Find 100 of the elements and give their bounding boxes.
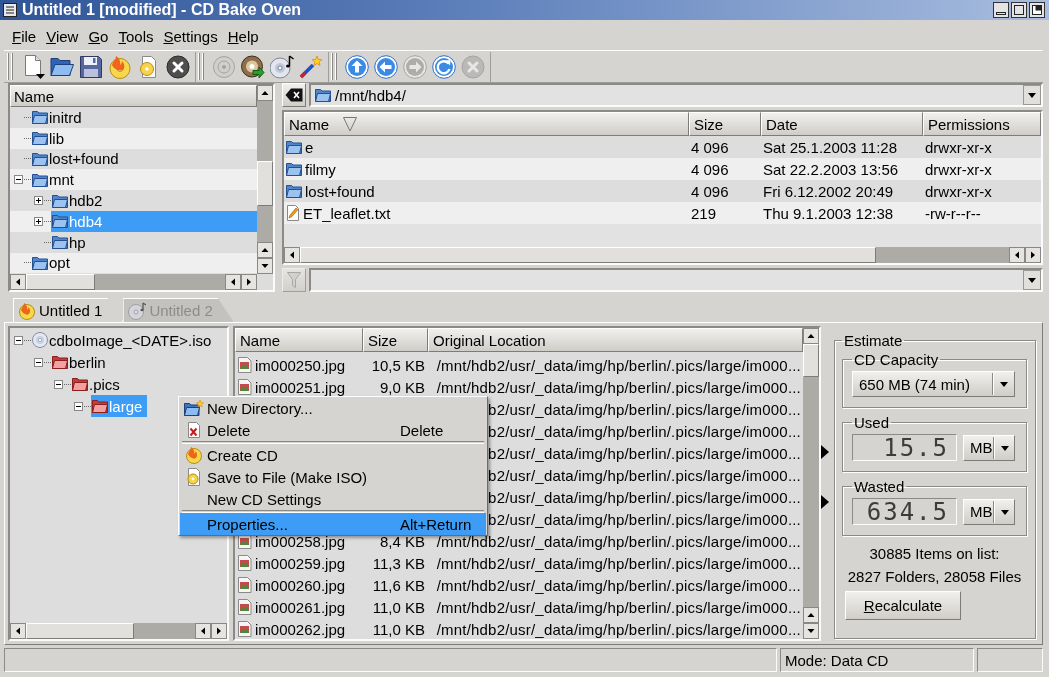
scrollbar-thumb[interactable] [26, 274, 95, 290]
menu-item[interactable]: Properties... Alt+Return [180, 513, 486, 535]
scrollbar-thumb[interactable] [26, 623, 134, 639]
column-header[interactable]: Name [284, 112, 689, 136]
dropdown-button[interactable] [1023, 85, 1041, 105]
folder-icon [52, 193, 68, 208]
scroll-up-button[interactable] [803, 328, 819, 344]
column-header[interactable]: Size [689, 112, 761, 136]
minimize-button[interactable] [993, 2, 1009, 18]
collapse-toggle[interactable] [14, 175, 23, 185]
group-title: CD Capacity [853, 351, 940, 368]
scroll-left-button[interactable] [284, 247, 300, 263]
menu[interactable]: Go [83, 25, 114, 47]
cd-capacity-dropdown[interactable]: 650 MB (74 min) [852, 371, 1015, 397]
tab[interactable]: Untitled 1 [13, 298, 124, 322]
file-name: lost+found [304, 182, 375, 200]
toolbar-grip[interactable] [7, 53, 14, 80]
scroll-up-button[interactable] [257, 85, 273, 101]
toolbar-button[interactable] [163, 52, 192, 81]
clear-location-button[interactable] [282, 83, 306, 107]
menu[interactable]: File [7, 25, 42, 47]
file-row[interactable]: im000250.jpg 10,5 KB /mnt/hdb2/usr/_data/img/hp/berlin/.pics/large/im000... [235, 354, 803, 376]
tree-item[interactable]: cdboImage_<DATE>.iso [31, 329, 217, 351]
scrollbar-thumb[interactable] [803, 344, 819, 377]
scroll-right-button[interactable] [1025, 247, 1041, 263]
file-row[interactable]: im000262.jpg 11,0 KB /mnt/hdb2/usr/_data/img/hp/berlin/.pics/large/im000... [235, 618, 803, 639]
scrollbar-thumb[interactable] [300, 247, 876, 263]
folder-icon [52, 214, 68, 229]
column-header[interactable]: Date [761, 112, 923, 136]
unit-dropdown[interactable]: MB [963, 434, 1015, 461]
column-header[interactable]: Original Location [428, 328, 803, 352]
column-header[interactable]: Size [363, 328, 428, 352]
filter-field[interactable] [309, 268, 1043, 292]
window-menu-icon[interactable] [3, 3, 17, 17]
scroll-up-button[interactable] [803, 607, 819, 623]
tree-item[interactable]: lost+found [31, 148, 257, 170]
tree-item[interactable]: hdb2 [51, 190, 257, 211]
scrollbar-thumb[interactable] [257, 160, 273, 206]
dropdown-button[interactable] [1023, 270, 1041, 290]
toolbar-button[interactable] [238, 52, 267, 81]
scroll-down-button[interactable] [803, 623, 819, 639]
scroll-left-button[interactable] [1009, 247, 1025, 263]
cd-music-icon [269, 54, 294, 79]
menu-item[interactable]: Delete Delete [180, 419, 486, 441]
menu-item[interactable]: New CD Settings [180, 488, 486, 510]
unit-dropdown[interactable]: MB [963, 498, 1015, 525]
collapse-toggle[interactable] [34, 357, 43, 367]
group-title: Estimate [843, 332, 904, 349]
maximize-button[interactable] [1011, 2, 1027, 18]
menu[interactable]: Help [222, 25, 264, 47]
file-row[interactable]: im000259.jpg 11,3 KB /mnt/hdb2/usr/_data/img/hp/berlin/.pics/large/im000... [235, 552, 803, 574]
location-field[interactable]: /mnt/hdb4/ [309, 83, 1043, 107]
original-location: /mnt/hdb2/usr/_data/img/hp/berlin/.pics/large/im000... [436, 554, 802, 572]
folder-icon [286, 184, 302, 198]
file-date: Fri 6.12.2002 20:49 [762, 182, 895, 200]
right-arrow-icon[interactable] [821, 494, 829, 509]
tree-item[interactable]: berlin [51, 351, 111, 373]
file-row[interactable]: filmy 4 096 Sat 22.2.2003 13:56 drwxr-xr-x [284, 158, 1041, 180]
forward-arrow-icon [402, 54, 427, 79]
recalculate-button[interactable]: Recalculate [845, 591, 961, 620]
scroll-left-button[interactable] [10, 274, 26, 290]
menu-item[interactable]: Save to File (Make ISO) [180, 466, 486, 488]
menu[interactable]: Settings [158, 25, 223, 47]
scroll-left-button[interactable] [10, 623, 26, 639]
file-row[interactable]: e 4 096 Sat 25.1.2003 11:28 drwxr-xr-x [284, 136, 1041, 158]
collapse-toggle[interactable] [54, 379, 63, 389]
collapse-toggle[interactable] [14, 335, 23, 345]
menu-item[interactable]: Create CD [180, 444, 486, 466]
menu[interactable]: View [41, 25, 84, 47]
file-row[interactable]: im000260.jpg 11,6 KB /mnt/hdb2/usr/_data/img/hp/berlin/.pics/large/im000... [235, 574, 803, 596]
image-file-icon [237, 577, 252, 593]
file-row[interactable]: im000261.jpg 11,0 KB /mnt/hdb2/usr/_data/img/hp/berlin/.pics/large/im000... [235, 596, 803, 618]
close-button[interactable] [1029, 2, 1045, 18]
scroll-down-button[interactable] [257, 258, 273, 274]
column-header[interactable]: Permissions [923, 112, 1041, 136]
scroll-right-button[interactable] [241, 274, 257, 290]
file-row[interactable]: lost+found 4 096 Fri 6.12.2002 20:49 drwxr-xr-x [284, 180, 1041, 202]
right-arrow-icon[interactable] [821, 444, 829, 459]
expand-toggle[interactable] [34, 196, 43, 206]
menu-item[interactable]: New Directory... [180, 397, 486, 419]
save-icon [78, 54, 103, 79]
file-row[interactable]: ET_leaflet.txt 219 Thu 9.1.2003 12:38 -rw-r--r-- [284, 202, 1041, 224]
toolbar-grip[interactable] [331, 53, 338, 80]
scroll-up-button[interactable] [257, 242, 273, 258]
collapse-toggle[interactable] [74, 401, 83, 411]
tree-item[interactable]: hp [51, 231, 257, 253]
expand-toggle[interactable] [34, 216, 43, 226]
scroll-left-button[interactable] [225, 274, 241, 290]
menu[interactable]: Tools [113, 25, 159, 47]
column-header[interactable]: Name [235, 328, 363, 352]
file-size: 4 096 [690, 138, 730, 156]
scroll-right-button[interactable] [211, 623, 227, 639]
toolbar-grip[interactable] [198, 53, 205, 80]
file-size: 4 096 [690, 160, 730, 178]
window-title: Untitled 1 [modified] - CD Bake Oven [22, 1, 302, 19]
tree-item[interactable]: initrd [31, 107, 257, 128]
scroll-left-button[interactable] [195, 623, 211, 639]
column-header[interactable]: Name [10, 85, 257, 107]
file-row[interactable]: im000251.jpg 9,0 KB /mnt/hdb2/usr/_data/img/hp/berlin/.pics/large/im000... [235, 376, 803, 398]
tree-item[interactable]: .pics [71, 373, 125, 395]
